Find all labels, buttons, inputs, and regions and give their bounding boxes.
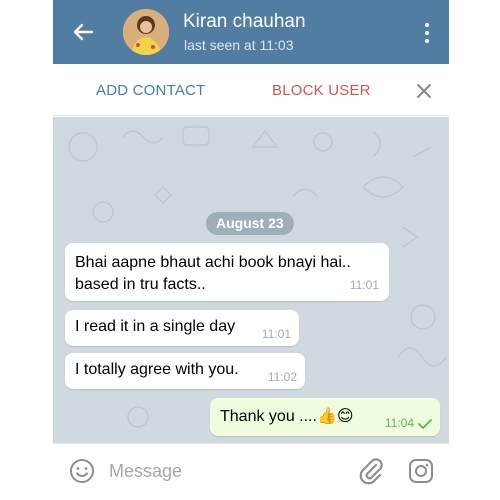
message-bubble-outgoing[interactable]: Thank you ....👍😊 11:04 bbox=[210, 398, 440, 436]
message-bubble-incoming[interactable]: Bhai aapne bhaut achi book bnayi hai.. b… bbox=[65, 243, 389, 301]
message-composer bbox=[53, 443, 449, 498]
chat-area[interactable]: August 23 Bhai aapne bhaut achi book bna… bbox=[53, 117, 449, 443]
telegram-chat-screen: Kiran chauhan last seen at 11:03 ADD CON… bbox=[53, 0, 449, 500]
close-icon[interactable] bbox=[413, 80, 435, 102]
message-text: I totally agree with you. bbox=[75, 361, 239, 378]
message-time: 11:01 bbox=[261, 327, 291, 341]
contact-name[interactable]: Kiran chauhan bbox=[183, 11, 306, 33]
arrow-left-icon bbox=[73, 23, 94, 41]
more-vertical-icon[interactable] bbox=[417, 20, 437, 46]
avatar[interactable] bbox=[123, 9, 169, 55]
smile-icon[interactable] bbox=[69, 458, 95, 484]
message-text: Thank you ....👍😊 bbox=[220, 408, 354, 425]
message-text: I read it in a single day bbox=[75, 318, 236, 335]
instagram-camera-icon[interactable] bbox=[408, 458, 434, 484]
date-badge: August 23 bbox=[206, 212, 294, 235]
message-input[interactable] bbox=[109, 457, 339, 485]
message-bubble-incoming[interactable]: I read it in a single day 11:01 bbox=[65, 310, 299, 346]
message-time: 11:04 bbox=[384, 416, 414, 430]
unknown-contact-action-bar: ADD CONTACT BLOCK USER bbox=[53, 64, 449, 116]
back-button[interactable] bbox=[69, 18, 97, 46]
message-time: 11:01 bbox=[349, 278, 379, 292]
block-user-button[interactable]: BLOCK USER bbox=[272, 82, 371, 99]
add-contact-button[interactable]: ADD CONTACT bbox=[96, 82, 205, 99]
message-bubble-incoming[interactable]: I totally agree with you. 11:02 bbox=[65, 353, 305, 389]
chat-header: Kiran chauhan last seen at 11:03 bbox=[53, 0, 449, 64]
message-text: based in tru facts.. bbox=[75, 276, 206, 293]
check-icon bbox=[418, 419, 432, 429]
message-time: 11:02 bbox=[267, 370, 297, 384]
last-seen-status: last seen at 11:03 bbox=[184, 37, 294, 53]
message-text: Bhai aapne bhaut achi book bnayi hai.. bbox=[75, 254, 351, 271]
paperclip-icon[interactable] bbox=[358, 457, 384, 485]
